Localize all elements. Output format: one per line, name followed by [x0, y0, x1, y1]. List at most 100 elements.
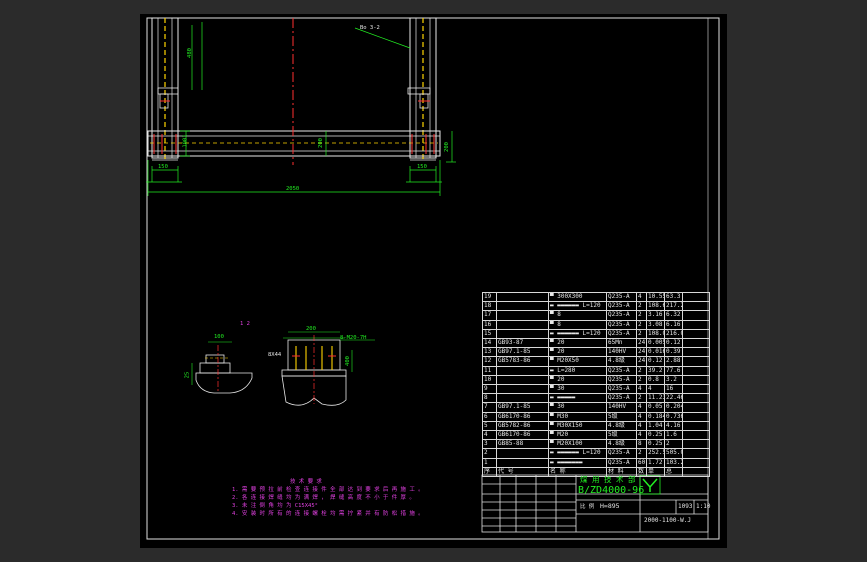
bom-cell-no: 5 [482, 420, 497, 432]
bom-cell-mat: Q235-A [606, 374, 637, 386]
bom-cell-w1: 39.2 [646, 365, 665, 376]
bom-cell-name: ▀ 300X300 [548, 291, 607, 303]
dim-detail-left-side: 25 [184, 371, 191, 379]
bom-cell-qty: 4 [636, 430, 647, 441]
bom-cell-std: GB5783-86 [496, 356, 549, 367]
bom-cell-w1: 108.6 [646, 301, 665, 312]
bom-cell-w1: 0.12 [646, 356, 665, 367]
bom-cell-qty: 24 [636, 347, 647, 358]
bom-cell-w1: 252.5 [646, 448, 665, 459]
bom-cell-mat: Q235-A [606, 448, 637, 459]
bom-cell-mat: Q235-A [606, 457, 637, 468]
bom-cell-qty: 4 [636, 411, 647, 422]
bom-cell-remark [682, 319, 710, 330]
bom-row: 6 GB6170-86 ▀ M30 5级 4 0.184 0.736 [482, 411, 710, 422]
drawing-number: B/ZD4000-96 [578, 485, 645, 496]
bom-cell-w2: 16 [664, 384, 683, 395]
bom-cell-std: 代 号 [496, 466, 549, 478]
bom-cell-name: ▀ 20 [548, 347, 607, 358]
bom-cell-w2: 2.88 [664, 356, 683, 367]
bom-cell-name: ▀ 20 [548, 374, 607, 386]
bom-cell-std [496, 374, 549, 386]
bom-cell-qty: 2 [636, 301, 647, 312]
bom-cell-w1: 1.72 [646, 457, 665, 468]
bom-cell-remark [682, 457, 710, 468]
scale-label: 比 例 [580, 504, 595, 510]
bom-cell-mat: 140HV [606, 402, 637, 413]
bom-cell-std [496, 393, 549, 404]
bom-cell-w2: 总 [664, 466, 683, 478]
bom-cell-w1: 108.08 [646, 328, 665, 340]
bom-cell-qty: 2 [636, 328, 647, 340]
bom-cell-w1: 0.016 [646, 347, 665, 358]
bom-cell-qty: 2 [636, 393, 647, 404]
bom-cell-w1: 11.23 [646, 393, 665, 404]
bom-cell-w2: 0.39 [664, 347, 683, 358]
bom-row: 7 GB97.1-85 ▀ 30 140HV 4 0.05 0.204 [482, 402, 710, 413]
bom-cell-w1: 0.184 [646, 411, 665, 422]
bom-cell-qty: 数 [636, 466, 647, 478]
bom-row: 9 ▀ 30 Q235-A 4 4 16 [482, 384, 710, 395]
bom-cell-remark [682, 347, 710, 358]
bom-cell-w2: 22.46 [664, 393, 683, 404]
bom-cell-std [496, 291, 549, 303]
detail-label-right: 8-M20-7H [340, 335, 367, 341]
bom-cell-remark [682, 338, 710, 349]
bom-cell-mat: Q235-A [606, 319, 637, 330]
bom-cell-no: 7 [482, 402, 497, 413]
detail-label-left: 1 2 [240, 321, 250, 327]
bom-cell-w1: 0.05 [646, 402, 665, 413]
bom-row: 17 ▀ 8 Q235-A 2 3.16 6.32 [482, 310, 710, 321]
bom-cell-qty: 8 [636, 439, 647, 450]
bom-cell-no: 10 [482, 374, 497, 386]
bom-cell-remark [682, 411, 710, 422]
bom-cell-w2: 0.736 [664, 411, 683, 422]
dim-left-bottom: 150 [158, 164, 168, 170]
bom-row: 2▬ ▬▬▬▬▬▬ L=120Q235-A2252.5505.00 [482, 448, 710, 459]
bom-cell-mat: 5级 [606, 411, 637, 422]
bom-cell-name: ▀ 8 [548, 310, 607, 321]
bom-row: 4 GB6170-86 ▀ M20 5级 4 0.25 1.6 [482, 430, 710, 441]
bom-cell-remark [682, 365, 710, 376]
bom-cell-name: ▀ M20X100 [548, 439, 607, 450]
bom-cell-remark [682, 466, 710, 478]
bom-cell-remark [682, 374, 710, 386]
bom-cell-no: 1 [482, 457, 497, 468]
bom-cell-remark [682, 328, 710, 340]
dim-right-bottom: 150 [417, 164, 427, 170]
bom-cell-w2: 0.204 [664, 402, 683, 413]
bom-row: 18 ▬ ▬▬▬▬▬▬ L=120 Q235-A 2 108.6 217.2 [482, 301, 710, 312]
bom-cell-w2: 505.00 [664, 448, 683, 459]
bom-cell-name: ▬ ▬▬▬▬▬▬ L=120 [548, 448, 607, 459]
cad-drawing-canvas[interactable] [0, 0, 867, 562]
bom-cell-mat: Q235-A [606, 301, 637, 312]
bom-cell-no: 12 [482, 356, 497, 367]
technical-notes: 技 术 要 求 1. 需 要 预 拉 前 检 查 连 接 件 全 部 达 到 要… [232, 478, 424, 518]
bom-cell-name: ▬ ▬▬▬▬▬▬ L=120 [548, 301, 607, 312]
dim-detail-top-right: 200 [306, 326, 316, 332]
bom-cell-std: GB85-88 [496, 439, 549, 450]
bom-cell-mat: Q235-A [606, 393, 637, 404]
bom-cell-std: GB6170-86 [496, 430, 549, 441]
bom-cell-w1: 10.55 [646, 291, 665, 303]
bom-row: 12 GB5783-86 ▀ M20X50 4.8级 24 0.12 2.88 [482, 356, 710, 367]
bom-cell-no: 8 [482, 393, 497, 404]
bom-cell-mat: Q235-A [606, 310, 637, 321]
bom-cell-remark [682, 356, 710, 367]
bom-cell-remark [682, 291, 710, 303]
bom-cell-mat: 4.8级 [606, 356, 637, 367]
footer-code: 2000-1100-W.J [644, 517, 691, 524]
bom-cell-mat: Q235-A [606, 365, 637, 376]
bom-cell-w2: 6.16 [664, 319, 683, 330]
bom-cell-name: ▬ ▬▬▬▬▬▬▬ [548, 457, 607, 468]
bom-cell-w2: 3.2 [664, 374, 683, 386]
bom-cell-name: ▀ M20 [548, 430, 607, 441]
bom-row: 8 ▬ ▬▬▬▬▬ Q235-A 2 11.23 22.46 [482, 393, 710, 404]
bom-cell-std: GB97.1-85 [496, 347, 549, 358]
bom-cell-w1: 单 [646, 466, 665, 478]
dim-height-a: 480 [186, 48, 193, 58]
bom-cell-no: 19 [482, 291, 497, 303]
bom-cell-no: 15 [482, 328, 497, 340]
dim-center: 200 [317, 138, 324, 148]
bom-cell-name: ▀ 30 [548, 402, 607, 413]
